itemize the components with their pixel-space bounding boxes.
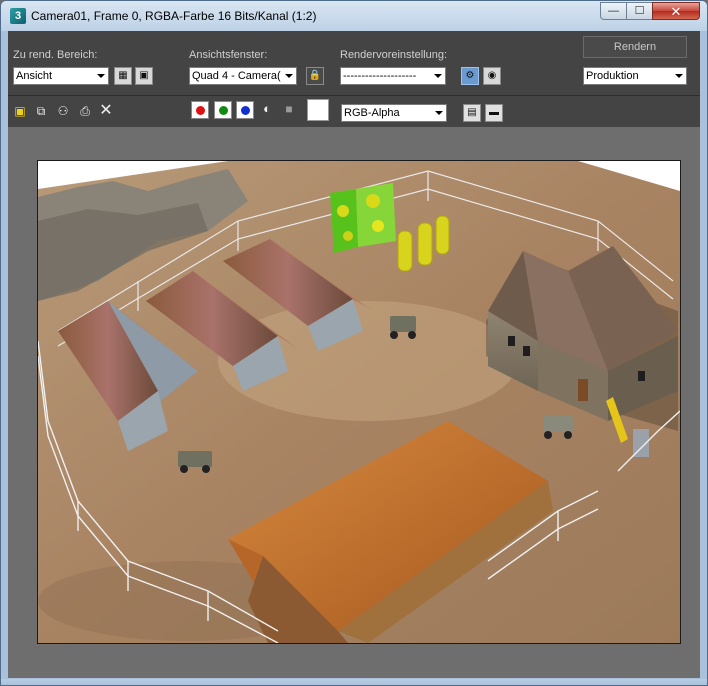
auto-region-icon[interactable]: ▣ (135, 67, 153, 85)
image-toolbar: ▣ ⧉ ⚇ ⎙ ✕ ◐ ■ RGB-Alpha ▤ ▬ (8, 96, 700, 126)
blue-channel-toggle[interactable] (236, 101, 254, 119)
title-bar[interactable]: 3 Camera01, Frame 0, RGBA-Farbe 16 Bits/… (1, 1, 707, 31)
render-scene (38, 161, 680, 643)
render-button[interactable]: Rendern (583, 36, 687, 58)
monochrome-icon[interactable]: ■ (281, 101, 297, 117)
environment-icon[interactable]: ◉ (483, 67, 501, 85)
close-button[interactable]: ✕ (652, 2, 700, 20)
channel-display-dropdown[interactable]: RGB-Alpha (341, 104, 447, 122)
window-bottom-border (1, 679, 707, 685)
render-setup-icon[interactable]: ⚙ (461, 67, 479, 85)
chevron-down-icon (434, 74, 442, 78)
render-mode-dropdown[interactable]: Produktion (583, 67, 687, 85)
chevron-down-icon (675, 74, 683, 78)
app-icon[interactable]: 3 (10, 8, 26, 24)
render-controls-toolbar: Zu rend. Bereich: Ansicht ▦ ▣ Ansichtsfe… (8, 31, 700, 95)
preset-label: Rendervoreinstellung: (340, 49, 448, 61)
clear-icon[interactable]: ✕ (98, 103, 114, 119)
clone-window-icon[interactable]: ⚇ (55, 103, 71, 119)
preset-dropdown[interactable]: -------------------- (340, 67, 446, 85)
viewport-area (8, 127, 700, 678)
chevron-down-icon (97, 74, 105, 78)
render-frame-window: 3 Camera01, Frame 0, RGBA-Farbe 16 Bits/… (0, 0, 708, 686)
green-crates (330, 183, 396, 253)
blue-dot-icon (241, 106, 250, 115)
toggle-panel-icon[interactable]: ▤ (463, 104, 481, 122)
rendered-image[interactable] (37, 160, 681, 644)
maximize-button[interactable]: ☐ (626, 2, 653, 20)
area-label: Zu rend. Bereich: (13, 49, 98, 61)
red-channel-toggle[interactable] (191, 101, 209, 119)
alpha-icon[interactable]: ◐ (259, 101, 275, 117)
copy-image-icon[interactable]: ⧉ (33, 103, 49, 119)
frame-buffer-icon[interactable]: ▬ (485, 104, 503, 122)
chevron-down-icon (435, 111, 443, 115)
viewport-dropdown[interactable]: Quad 4 - Camera( (189, 67, 297, 85)
window-title: Camera01, Frame 0, RGBA-Farbe 16 Bits/Ka… (31, 9, 317, 23)
lock-icon[interactable]: 🔒 (306, 67, 324, 85)
save-icon[interactable]: ▣ (12, 103, 28, 119)
client-area: Zu rend. Bereich: Ansicht ▦ ▣ Ansichtsfe… (8, 31, 700, 678)
area-dropdown[interactable]: Ansicht (13, 67, 109, 85)
print-icon[interactable]: ⎙ (77, 103, 93, 119)
viewport-label: Ansichtsfenster: (189, 49, 268, 61)
red-dot-icon (196, 106, 205, 115)
chevron-down-icon (285, 74, 293, 78)
green-dot-icon (219, 106, 228, 115)
minimize-button[interactable]: — (600, 2, 627, 20)
green-channel-toggle[interactable] (214, 101, 232, 119)
crop-edit-icon[interactable]: ▦ (114, 67, 132, 85)
color-swatch[interactable] (307, 99, 329, 121)
